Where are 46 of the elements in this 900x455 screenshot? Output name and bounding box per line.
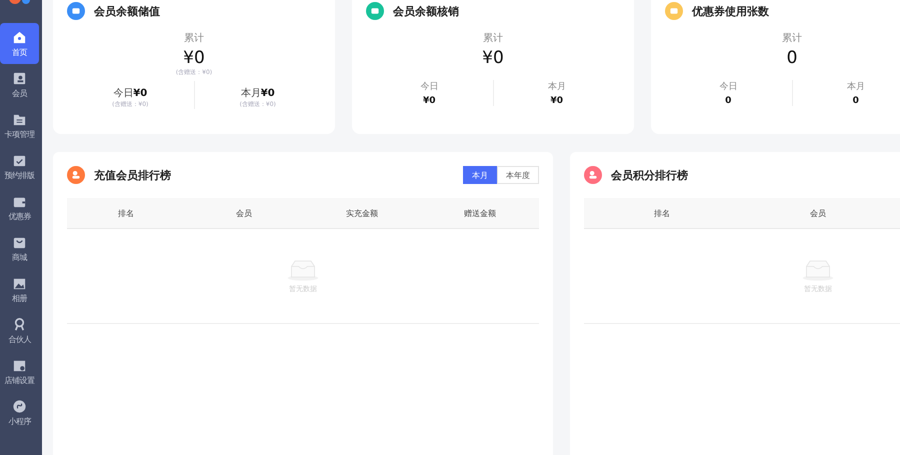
total-value: 0	[786, 48, 798, 68]
period-label: 本月	[240, 88, 261, 99]
sidebar-item[interactable]: 小程序	[0, 392, 39, 433]
period-value: 0	[725, 96, 732, 106]
card-title: 会员余额储值	[94, 4, 160, 18]
period-value: 0	[852, 96, 859, 106]
home-icon	[12, 30, 27, 44]
column-header: 会员	[809, 208, 827, 218]
period-toggle[interactable]: 本年度	[497, 166, 539, 184]
period-value: ¥0	[260, 88, 275, 99]
total-value: ¥0	[183, 48, 205, 68]
sidebar-item[interactable]: 卡项管理	[0, 105, 39, 146]
column-header: 排名	[117, 208, 135, 218]
period-toggle[interactable]: 本月	[463, 166, 497, 184]
id-card-icon	[12, 70, 27, 86]
panel-title: 充值会员排行榜	[94, 168, 171, 182]
empty-inbox-icon	[802, 258, 834, 280]
period-value: ¥0	[550, 96, 564, 106]
sidebar-item[interactable]: 相册	[0, 269, 39, 310]
card-title: 会员余额核销	[393, 4, 459, 18]
period-label: 本月	[846, 80, 865, 93]
total-label: 累计	[184, 32, 204, 45]
column-header: 会员	[235, 208, 253, 218]
sidebar-item[interactable]: 优惠券	[0, 187, 39, 228]
sidebar-item[interactable]: 首页	[0, 23, 39, 64]
period-value: ¥0	[133, 88, 148, 99]
period-label: 本月	[548, 80, 566, 93]
total-label: 累计	[483, 32, 503, 45]
period-value: ¥0	[422, 96, 436, 106]
period-label: 今日	[420, 80, 438, 93]
sidebar-item[interactable]: 店铺设置	[0, 351, 39, 392]
swirl-icon	[12, 398, 27, 414]
column-header: 排名	[653, 208, 671, 218]
sidebar-item[interactable]: 预约排版	[0, 146, 39, 187]
sidebar-item[interactable]: 会员	[0, 64, 39, 105]
panel-title: 会员积分排行榜	[611, 168, 688, 182]
total-label: 累计	[782, 32, 802, 45]
card-title: 优惠券使用张数	[692, 4, 769, 18]
sidebar-item[interactable]: 商城	[0, 228, 39, 269]
sidebar-item[interactable]: 合伙人	[0, 310, 39, 351]
period-label: 今日	[719, 80, 738, 93]
empty-inbox-icon	[287, 258, 319, 280]
total-value: ¥0	[482, 48, 504, 68]
column-header: 赠送金额	[463, 208, 497, 218]
column-header: 实充金额	[345, 208, 379, 218]
period-label: 今日	[113, 88, 134, 99]
